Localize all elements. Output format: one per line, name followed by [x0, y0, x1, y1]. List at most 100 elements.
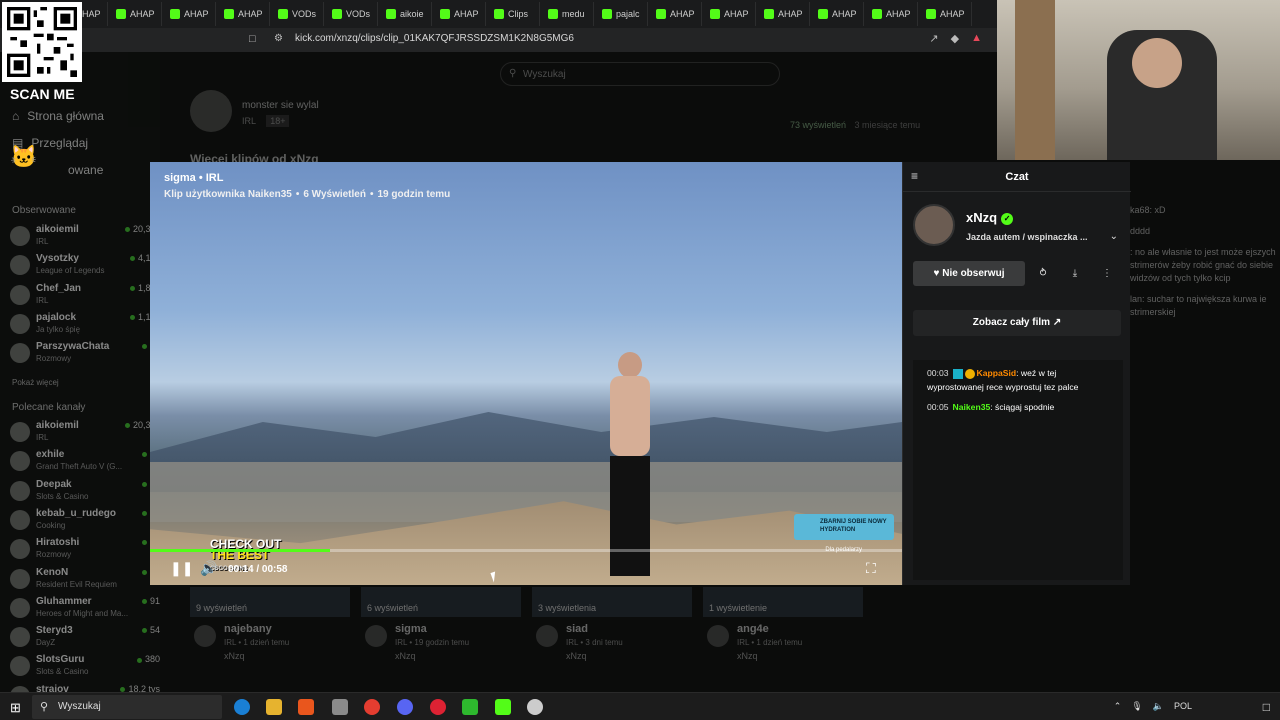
- share-icon[interactable]: ↗: [929, 32, 938, 45]
- sidebar-channel[interactable]: exhileGrand Theft Auto V (G...54: [10, 449, 160, 477]
- discord-icon[interactable]: [397, 699, 413, 715]
- browser-tab[interactable]: aikoie: [378, 2, 432, 26]
- microphone-icon[interactable]: 🎙: [1131, 701, 1142, 712]
- browser-tab[interactable]: VODs: [270, 2, 324, 26]
- browser-tab[interactable]: AHAP: [108, 2, 162, 26]
- chrome-icon[interactable]: [364, 699, 380, 715]
- kick-icon: [386, 9, 396, 19]
- clip-age: 3 miesiące temu: [854, 120, 921, 130]
- sidebar-channel[interactable]: Chef_Jan IRL 1,8 ty: [10, 283, 160, 311]
- nav-home[interactable]: ⌂ Strona główna: [12, 109, 104, 123]
- browser-tab[interactable]: AHAP: [810, 2, 864, 26]
- clip-card[interactable]: 1 wyświetlenie ang4e IRL • 1 dzień temu xNz…: [703, 587, 863, 667]
- kick-icon: [872, 9, 882, 19]
- search-input[interactable]: ⚲ Wyszukaj: [500, 62, 780, 86]
- browser-tab[interactable]: AHAP: [432, 2, 486, 26]
- streamer-category[interactable]: Jazda autem / wspinaczka ...: [966, 232, 1088, 242]
- sidebar-channel[interactable]: DeepakSlots & Casino54: [10, 479, 160, 507]
- taskbar-search[interactable]: ⚲ Wyszukaj: [32, 695, 222, 719]
- browser-tab[interactable]: VODs: [324, 2, 378, 26]
- clip-card[interactable]: 9 wyświetleń najebany IRL • 1 dzień temu xN…: [190, 587, 350, 667]
- windows-start-icon[interactable]: ⊞: [10, 700, 21, 716]
- sidebar-channel[interactable]: SlotsGuru Slots & Casino 380: [10, 654, 160, 682]
- app-icon[interactable]: [527, 699, 543, 715]
- channel-category: League of Legends: [36, 266, 105, 276]
- sidebar-channel[interactable]: Vysotzky League of Legends 4,1 ty: [10, 253, 160, 281]
- browser-tab[interactable]: AHAP: [648, 2, 702, 26]
- sidebar-channel[interactable]: HiratoshiRozmowy54: [10, 537, 160, 565]
- download-button[interactable]: ⤓: [1061, 261, 1089, 286]
- clip-thumbnail: 6 wyświetleń: [361, 587, 521, 617]
- share-button[interactable]: ⥁: [1029, 261, 1057, 286]
- video-player[interactable]: sigma • IRL Klip użytkownika Naiken35 • 6 …: [150, 162, 902, 585]
- chevron-down-icon[interactable]: ⌄: [1110, 231, 1118, 242]
- channel-name: aikoiemil: [36, 224, 79, 235]
- browser-tab[interactable]: AHAP: [162, 2, 216, 26]
- streamer-avatar[interactable]: [913, 204, 955, 246]
- sidebar-channel[interactable]: Steryd3 DayZ 54: [10, 625, 160, 653]
- message-user[interactable]: KappaSid: [977, 368, 1017, 378]
- site-settings-icon[interactable]: ⚙: [274, 33, 283, 44]
- play-icon[interactable]: [462, 699, 478, 715]
- obs-icon[interactable]: [430, 699, 446, 715]
- nav-followed[interactable]: owane: [68, 163, 103, 177]
- app-icon[interactable]: [332, 699, 348, 715]
- pause-icon[interactable]: ❚❚: [170, 560, 193, 577]
- nav-browse-label: Przeglądaj: [31, 136, 89, 150]
- channel-name: Hiratoshi: [36, 537, 80, 549]
- volume-icon[interactable]: 🔊: [200, 560, 217, 577]
- shield-icon[interactable]: ◆: [951, 32, 959, 45]
- browser-tab-label: VODs: [292, 9, 317, 19]
- bookmark-icon[interactable]: □: [249, 33, 256, 45]
- streamer-name[interactable]: xNzq ✓: [966, 210, 1014, 225]
- more-options-button[interactable]: ⋮: [1093, 261, 1121, 286]
- clip-card[interactable]: 6 wyświetleń sigma IRL • 19 godzin temu xNz…: [361, 587, 521, 667]
- sidebar-channel[interactable]: ParszywaChataRozmowy42: [10, 341, 160, 369]
- clip-category-label[interactable]: IRL: [242, 116, 256, 126]
- fullscreen-icon[interactable]: ⛶: [866, 560, 876, 577]
- browser-tab[interactable]: AHAP: [216, 2, 270, 26]
- browser-tab[interactable]: medu: [540, 2, 594, 26]
- url-field[interactable]: kick.com/xnzq/clips/clip_01KAK7QFJRSSDZS…: [295, 33, 574, 44]
- notification-icon[interactable]: □: [1263, 700, 1270, 714]
- sidebar-channel[interactable]: kebab_u_rudegoCooking54: [10, 508, 160, 536]
- unfollow-button[interactable]: ♥ Nie obserwuj: [913, 261, 1025, 286]
- browser-tab[interactable]: AHAP: [702, 2, 756, 26]
- channel-category: Cooking: [36, 520, 66, 530]
- channel-category: Heroes of Might and Ma...: [36, 608, 129, 618]
- webcam-shelf: [1015, 0, 1055, 160]
- edge-icon[interactable]: [234, 699, 250, 715]
- browser-tab[interactable]: AHAP: [756, 2, 810, 26]
- background-chat-message: lan: suchar to największa kurwa ie strim…: [1130, 294, 1267, 317]
- browser-tab[interactable]: pajalc: [594, 2, 648, 26]
- language-indicator[interactable]: POL: [1174, 701, 1192, 712]
- file-explorer-icon[interactable]: [266, 699, 282, 715]
- watch-full-video-button[interactable]: Zobacz cały film ↗: [913, 310, 1121, 336]
- kick-icon: [494, 9, 504, 19]
- sidebar-channel[interactable]: aikoiemil IRL 20,3 ty: [10, 224, 160, 252]
- speaker-icon[interactable]: 🔈: [1153, 701, 1164, 712]
- kick-icon[interactable]: [495, 699, 511, 715]
- message-user[interactable]: Naiken35: [953, 402, 991, 412]
- show-more-link[interactable]: Pokaż więcej: [12, 378, 59, 387]
- sidebar-channel[interactable]: pajalock Ja tylko śpię 1,1 ty: [10, 312, 160, 340]
- download-icon: ⤓: [1072, 268, 1078, 279]
- sidebar-channel[interactable]: KenoNResident Evil Requiem54: [10, 567, 160, 595]
- browser-tab[interactable]: AHAP: [864, 2, 918, 26]
- kick-icon: [764, 9, 774, 19]
- clip-card[interactable]: 3 wyświetlenia siad IRL • 3 dni temu xNzq: [532, 587, 692, 667]
- clip-card-meta: IRL • 3 dni temu: [566, 638, 623, 647]
- channel-category: IRL: [36, 433, 49, 442]
- brave-icon[interactable]: [298, 699, 314, 715]
- browser-tab[interactable]: AHAP: [918, 2, 972, 26]
- browser-tab[interactable]: Clips: [486, 2, 540, 26]
- clip-author[interactable]: Klip użytkownika Naiken35: [164, 189, 292, 200]
- sidebar-channel[interactable]: aikoiemil IRL 20,3 ty: [10, 420, 160, 448]
- tray-chevron-icon[interactable]: ⌃: [1114, 701, 1122, 712]
- sidebar-channel[interactable]: Gluhammer Heroes of Might and Ma... 91: [10, 596, 160, 624]
- avatar: [10, 568, 30, 589]
- channel-name: KenoN: [36, 566, 69, 578]
- clip-card-title: siad: [566, 623, 589, 635]
- alert-icon[interactable]: ▲: [971, 32, 982, 45]
- seek-bar[interactable]: [150, 549, 902, 552]
